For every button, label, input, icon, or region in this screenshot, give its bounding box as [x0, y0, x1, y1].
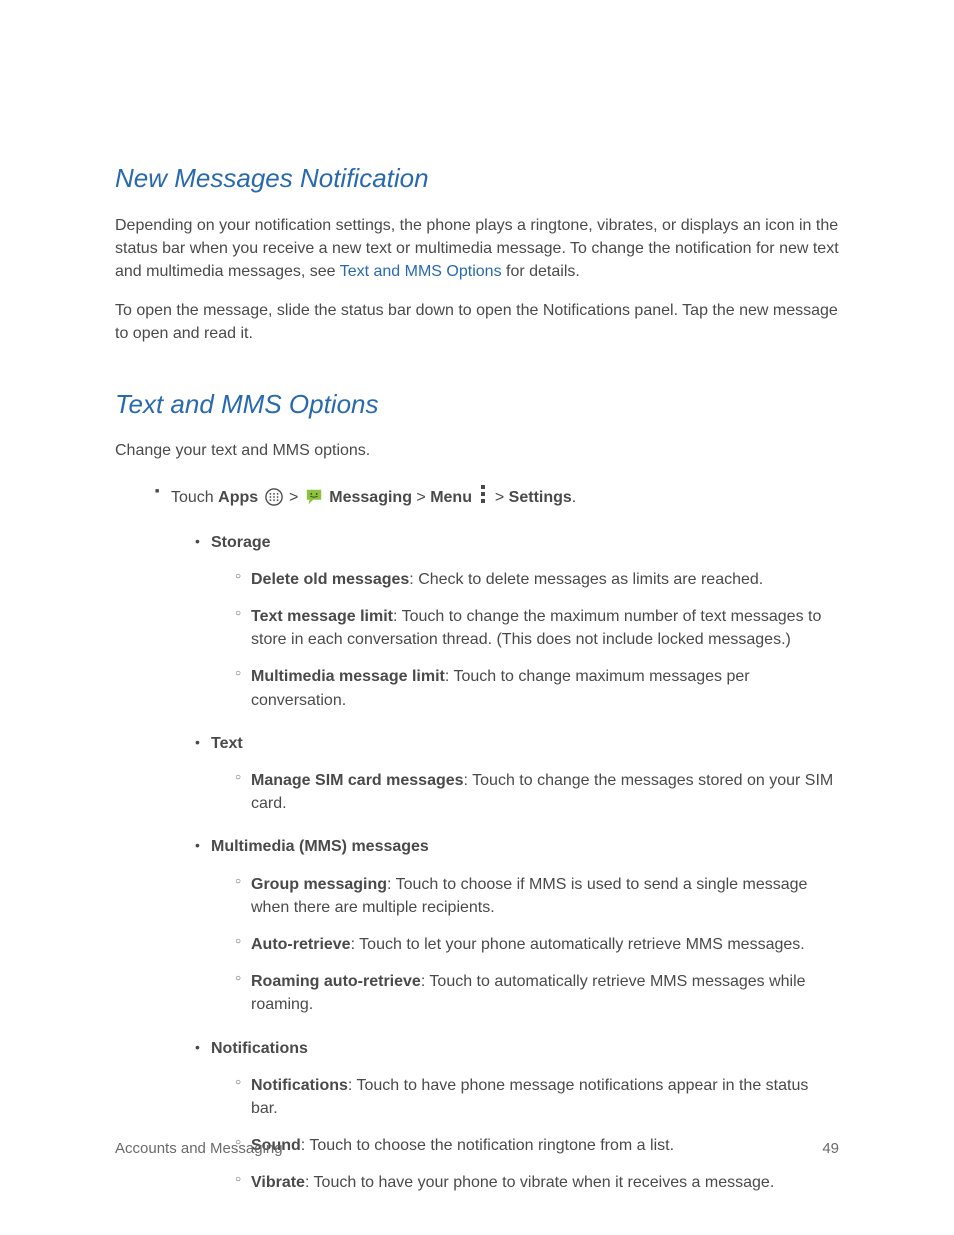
- apps-icon: [265, 488, 283, 506]
- label-roam: Roaming auto-retrieve: [251, 973, 421, 990]
- label-menu: Menu: [430, 489, 472, 506]
- list-item-text-limit: Text message limit: Touch to change the …: [235, 605, 839, 651]
- list-item-vibrate: Vibrate: Touch to have your phone to vib…: [235, 1171, 839, 1194]
- list-item-mms-limit: Multimedia message limit: Touch to chang…: [235, 665, 839, 711]
- text-auto: : Touch to let your phone automatically …: [351, 936, 805, 953]
- text-period: .: [572, 489, 576, 506]
- text-vibrate: : Touch to have your phone to vibrate wh…: [305, 1174, 774, 1191]
- heading-new-messages-notification: New Messages Notification: [115, 160, 839, 198]
- label-mms: Multimedia (MMS) messages: [211, 838, 429, 855]
- label-text: Text: [211, 735, 243, 752]
- list-item-storage: Storage Delete old messages: Check to de…: [195, 531, 839, 712]
- text-delete-old: : Check to delete messages as limits are…: [409, 571, 763, 588]
- link-text-and-mms-options[interactable]: Text and MMS Options: [340, 263, 502, 280]
- label-group: Group messaging: [251, 876, 387, 893]
- list-item-text: Text Manage SIM card messages: Touch to …: [195, 732, 839, 816]
- para-notification-settings: Depending on your notification settings,…: [115, 214, 839, 284]
- label-text-limit: Text message limit: [251, 608, 393, 625]
- list-item-delete-old: Delete old messages: Check to delete mes…: [235, 568, 839, 591]
- label-sim: Manage SIM card messages: [251, 772, 464, 789]
- text-segment: for details.: [502, 263, 580, 280]
- separator: >: [490, 489, 508, 506]
- label-mms-limit: Multimedia message limit: [251, 668, 445, 685]
- list-item-path: Touch Apps > Messaging > Menu > Settings…: [155, 483, 839, 1195]
- list-item-sim: Manage SIM card messages: Touch to chang…: [235, 769, 839, 815]
- footer-page-number: 49: [822, 1138, 839, 1160]
- label-vibrate: Vibrate: [251, 1174, 305, 1191]
- menu-icon: [478, 483, 488, 505]
- separator: >: [285, 489, 303, 506]
- label-apps: Apps: [218, 489, 258, 506]
- list-item-roam: Roaming auto-retrieve: Touch to automati…: [235, 970, 839, 1016]
- messaging-icon: [305, 488, 323, 506]
- label-auto: Auto-retrieve: [251, 936, 351, 953]
- footer-left: Accounts and Messaging: [115, 1138, 283, 1160]
- list-item-group: Group messaging: Touch to choose if MMS …: [235, 873, 839, 919]
- label-messaging: Messaging: [329, 489, 412, 506]
- text-touch: Touch: [171, 489, 218, 506]
- label-delete-old: Delete old messages: [251, 571, 409, 588]
- label-notif: Notifications: [251, 1077, 348, 1094]
- heading-text-and-mms-options: Text and MMS Options: [115, 386, 839, 424]
- list-item-notifications: Notifications Notifications: Touch to ha…: [195, 1037, 839, 1195]
- para-change-options: Change your text and MMS options.: [115, 439, 839, 462]
- separator: >: [412, 489, 430, 506]
- label-notifications: Notifications: [211, 1040, 308, 1057]
- label-settings: Settings: [509, 489, 572, 506]
- para-open-message: To open the message, slide the status ba…: [115, 299, 839, 345]
- label-storage: Storage: [211, 534, 271, 551]
- list-item-auto: Auto-retrieve: Touch to let your phone a…: [235, 933, 839, 956]
- list-item-mms: Multimedia (MMS) messages Group messagin…: [195, 835, 839, 1016]
- list-item-notif: Notifications: Touch to have phone messa…: [235, 1074, 839, 1120]
